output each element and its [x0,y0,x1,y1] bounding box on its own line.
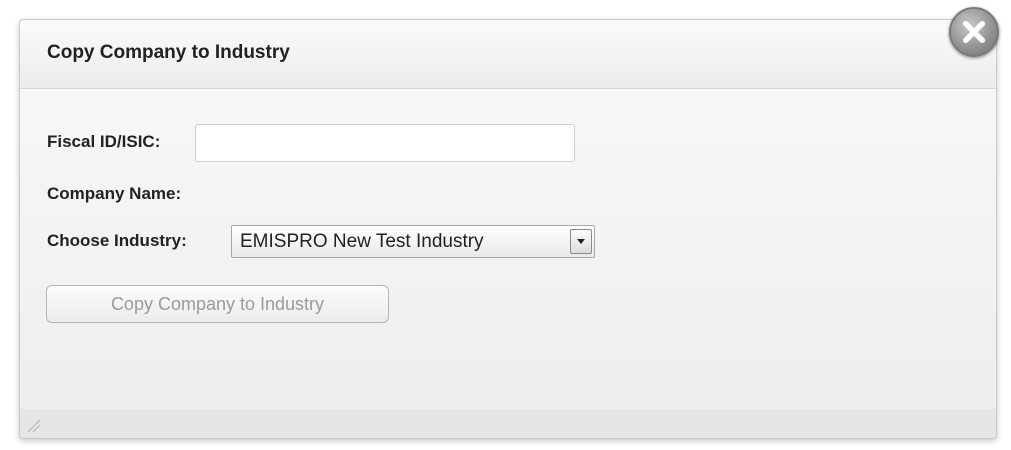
dialog-footer [20,409,996,438]
dialog-title: Copy Company to Industry [47,42,290,63]
close-button[interactable] [949,7,999,57]
dropdown-arrow-glyph [577,239,585,244]
company-name-label: Company Name: [47,184,182,203]
fiscal-id-label: Fiscal ID/ISIC: [47,132,161,151]
page: Copy Company to Industry Fiscal ID/ISIC:… [0,0,1011,450]
copy-company-button[interactable]: Copy Company to Industry [46,285,389,323]
choose-industry-label: Choose Industry: [47,231,187,250]
industry-select[interactable]: EMISPRO New Test Industry [231,225,595,258]
chevron-down-icon[interactable] [570,229,592,254]
close-icon [962,20,986,44]
industry-select-value: EMISPRO New Test Industry [240,231,484,252]
copy-company-dialog: Copy Company to Industry Fiscal ID/ISIC:… [19,19,997,439]
fiscal-id-input[interactable] [195,124,575,162]
dialog-header: Copy Company to Industry [20,20,996,89]
resize-grip-icon[interactable] [26,418,42,434]
